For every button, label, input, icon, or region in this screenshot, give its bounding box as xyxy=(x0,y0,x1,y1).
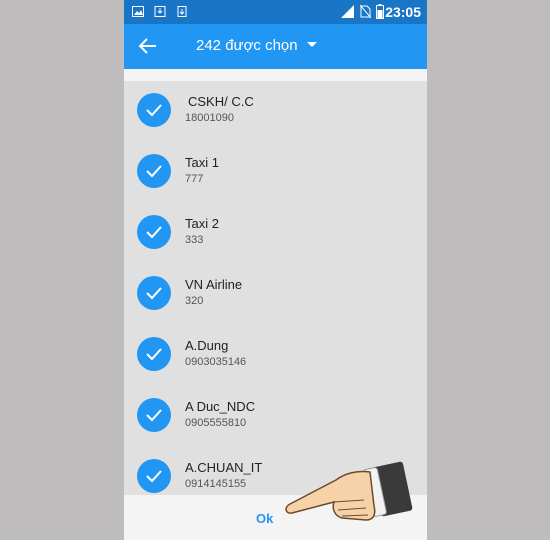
contact-number: 0905555810 xyxy=(185,417,247,429)
list-item[interactable]: A Duc_NDC 0905555810 xyxy=(124,386,427,446)
toolbar: 242 được chọn xyxy=(124,24,427,69)
contact-number: 0903035146 xyxy=(185,356,247,368)
list-item[interactable]: CSKH/ C.C 18001090 xyxy=(124,81,427,141)
contact-name: Taxi 2 xyxy=(185,216,219,231)
selection-count-label: 242 được chọn xyxy=(196,37,298,54)
image-icon xyxy=(132,6,144,17)
contact-name: VN Airline xyxy=(185,277,243,292)
contact-number: 320 xyxy=(185,295,204,307)
pointing-hand-icon xyxy=(285,461,413,521)
check-icon[interactable] xyxy=(137,154,171,188)
list-item[interactable]: A.Dung 0903035146 xyxy=(124,325,427,385)
phone-data-icon xyxy=(177,6,187,17)
check-icon[interactable] xyxy=(137,93,171,127)
check-icon[interactable] xyxy=(137,398,171,432)
check-icon[interactable] xyxy=(137,459,171,493)
battery-icon xyxy=(376,4,384,19)
check-icon[interactable] xyxy=(137,337,171,371)
clock: 23:05 xyxy=(385,4,421,20)
selection-count-dropdown[interactable]: 242 được chọn xyxy=(196,37,317,54)
check-icon[interactable] xyxy=(137,276,171,310)
caret-down-icon xyxy=(306,42,317,47)
list-item[interactable]: Taxi 1 777 xyxy=(124,142,427,202)
ok-button[interactable]: Ok xyxy=(256,511,273,526)
list-item[interactable]: Taxi 2 333 xyxy=(124,203,427,263)
contact-list[interactable]: CSKH/ C.C 18001090 Taxi 1 777 Taxi 2 333… xyxy=(124,81,427,495)
status-bar: 23:05 xyxy=(124,0,427,24)
contact-number: 777 xyxy=(185,173,204,185)
contact-name: A Duc_NDC xyxy=(185,399,256,414)
contact-number: 333 xyxy=(185,234,204,246)
contact-name: Taxi 1 xyxy=(185,155,219,170)
list-item[interactable]: VN Airline 320 xyxy=(124,264,427,324)
contact-number: 0914145155 xyxy=(185,478,247,490)
no-sim-icon xyxy=(360,5,371,18)
contact-number: 18001090 xyxy=(185,112,234,124)
download-icon xyxy=(154,6,166,17)
check-icon[interactable] xyxy=(137,215,171,249)
signal-icon xyxy=(341,5,354,18)
contact-name: A.CHUAN_IT xyxy=(185,460,263,475)
back-arrow-icon[interactable] xyxy=(138,37,158,55)
contact-name: A.Dung xyxy=(185,338,229,353)
contact-name: CSKH/ C.C xyxy=(188,94,254,109)
list-top-margin xyxy=(124,69,427,81)
